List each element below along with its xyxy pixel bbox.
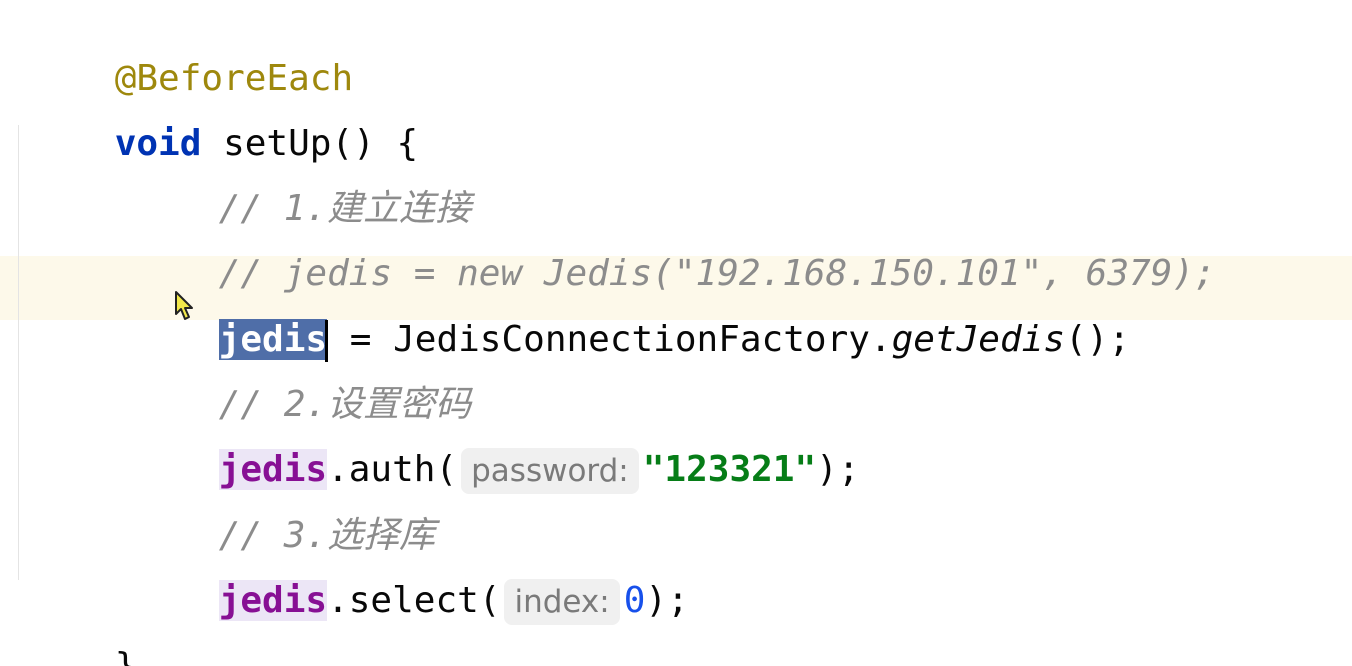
code-editor[interactable]: @BeforeEach void setUp() { // 1.建立连接 // … <box>0 0 1352 666</box>
code-line-6[interactable]: // 2.设置密码 <box>132 330 471 425</box>
param-hint-password: password: <box>461 448 639 494</box>
code-line-2[interactable]: void setUp() { <box>28 69 418 164</box>
code-line-4[interactable]: // jedis = new Jedis("192.168.150.101", … <box>132 199 1216 294</box>
code-line-9[interactable]: jedis.select(index: 0); <box>132 526 689 625</box>
arrow-pointer-icon <box>175 291 193 320</box>
code-line-8[interactable]: // 3.选择库 <box>132 461 435 556</box>
string-literal-password: "123321" <box>642 449 817 490</box>
code-line-1[interactable]: @BeforeEach <box>28 4 353 99</box>
code-line-5[interactable]: jedis = JedisConnectionFactory.getJedis(… <box>132 265 1130 362</box>
code-line-10[interactable]: } <box>28 592 137 666</box>
number-literal-index: 0 <box>623 580 646 621</box>
field-jedis-select[interactable]: jedis <box>218 580 328 621</box>
static-method-getjedis[interactable]: getJedis <box>892 319 1065 360</box>
code-line-7[interactable]: jedis.auth(password: "123321"); <box>132 395 860 494</box>
closing-brace: } <box>115 646 137 666</box>
auth-end: ); <box>816 449 860 490</box>
select-call: .select( <box>327 580 501 621</box>
select-end: ); <box>645 580 689 621</box>
assignment-end: (); <box>1065 319 1131 360</box>
param-hint-index: index: <box>504 579 620 625</box>
indent-guide <box>18 125 19 580</box>
code-line-3[interactable]: // 1.建立连接 <box>132 134 471 229</box>
